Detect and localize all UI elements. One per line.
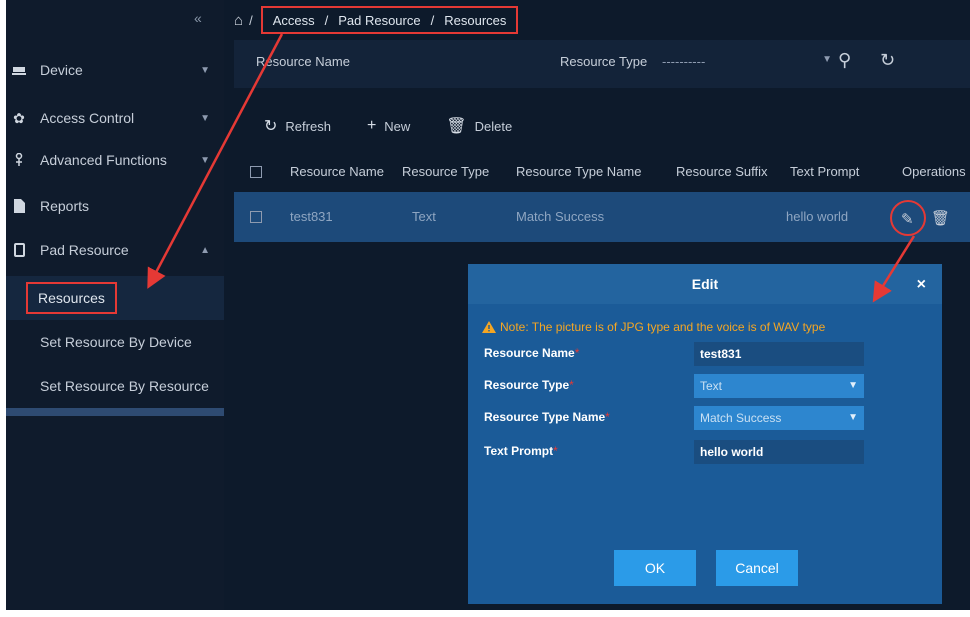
resource-type-filter-label: Resource Type — [560, 54, 648, 69]
delete-button[interactable]: 🗑 Delete — [446, 116, 512, 136]
breadcrumb-separator: / — [249, 12, 253, 28]
field-text-prompt: Text Prompt* hello world — [484, 440, 864, 464]
device-icon — [12, 63, 26, 77]
column-header[interactable]: Resource Type Name — [516, 164, 642, 179]
breadcrumb-item-pad-resource[interactable]: Pad Resource — [338, 13, 420, 28]
breadcrumb: Access / Pad Resource / Resources — [260, 6, 519, 34]
close-icon[interactable]: × — [917, 276, 926, 294]
new-button[interactable]: + New — [367, 116, 410, 136]
column-header: Operations — [902, 164, 966, 179]
home-icon[interactable]: ⌂ — [234, 12, 243, 29]
filter-bar: Resource Name Resource Type ---------- ▼… — [234, 40, 970, 88]
resource-name-input[interactable]: test831 — [694, 342, 864, 366]
select-all-checkbox[interactable] — [250, 166, 262, 178]
column-header[interactable]: Resource Name — [290, 164, 384, 179]
search-icon[interactable]: ⚲ — [838, 50, 851, 71]
tablet-icon — [12, 243, 26, 257]
field-resource-type: Resource Type* Text ▼ — [484, 374, 864, 398]
sidebar-item-label: Device — [40, 62, 83, 78]
text-prompt-input[interactable]: hello world — [694, 440, 864, 464]
column-header[interactable]: Resource Type — [402, 164, 489, 179]
sidebar-subitem-resources[interactable]: Resources — [6, 276, 224, 320]
sidebar-item-label: Pad Resource — [40, 242, 129, 258]
breadcrumb-item-resources: Resources — [444, 12, 507, 28]
field-label: Resource Type* — [484, 378, 574, 392]
plus-icon: + — [366, 117, 377, 134]
ok-button[interactable]: OK — [614, 550, 696, 586]
sidebar-subitem-label: Set Resource By Device — [40, 334, 192, 350]
refresh-button[interactable]: ↻ Refresh — [264, 116, 331, 136]
warning-icon — [482, 321, 496, 333]
table-row[interactable]: test831 Text Match Success hello world — [234, 192, 970, 242]
column-header[interactable]: Resource Suffix — [676, 164, 768, 179]
sidebar-scrollbar[interactable] — [6, 408, 224, 416]
resource-type-name-select[interactable]: Match Success ▼ — [694, 406, 864, 430]
resource-type-select-value: ---------- — [662, 54, 706, 69]
sidebar-subitem-label: Resources — [26, 282, 117, 314]
sidebar-item-advanced-functions[interactable]: Advanced Functions ▼ — [6, 140, 224, 180]
edit-icon[interactable]: ✎ — [901, 210, 914, 228]
sidebar-subitem-set-resource-by-resource[interactable]: Set Resource By Resource — [6, 364, 224, 408]
chevron-up-icon: ▲ — [200, 244, 210, 256]
cancel-button[interactable]: Cancel — [716, 550, 798, 586]
chevron-down-icon: ▼ — [200, 64, 210, 76]
sidebar-item-reports[interactable]: Reports — [6, 186, 224, 226]
sidebar-item-label: Access Control — [40, 110, 135, 126]
field-resource-type-name: Resource Type Name* Match Success ▼ — [484, 406, 864, 430]
refresh-icon: ↻ — [264, 118, 278, 135]
select-value: Text — [700, 379, 723, 393]
dialog-title: Edit — [691, 276, 719, 292]
breadcrumb-separator: / — [430, 12, 435, 28]
gear-icon: ✿ — [13, 109, 25, 126]
field-label: Resource Name* — [484, 346, 580, 360]
chevron-down-icon: ▼ — [848, 380, 858, 391]
breadcrumb-row: ⌂ / Access / Pad Resource / Resources — [234, 6, 519, 34]
breadcrumb-separator: / — [324, 12, 329, 28]
sidebar-subitem-label: Set Resource By Resource — [40, 378, 209, 394]
field-label: Text Prompt* — [484, 444, 558, 458]
refresh-label: Refresh — [285, 118, 331, 134]
resource-type-select[interactable]: Text ▼ — [694, 374, 864, 398]
cell-resource-type-name: Match Success — [516, 209, 605, 224]
breadcrumb-item-access[interactable]: Access — [273, 13, 315, 28]
cell-resource-name: test831 — [290, 209, 333, 224]
sidebar-item-access-control[interactable]: ✿ Access Control ▼ — [6, 98, 224, 138]
chevron-down-icon: ▼ — [200, 154, 210, 166]
chevron-down-icon: ▼ — [822, 54, 832, 65]
note-text: Note: The picture is of JPG type and the… — [500, 320, 826, 334]
document-icon — [12, 199, 26, 213]
cell-text-prompt: hello world — [786, 209, 849, 224]
note-message: Note: The picture is of JPG type and the… — [482, 320, 825, 334]
sidebar: « Device ▼ ✿ Access Control ▼ Advanced F… — [6, 0, 224, 610]
functions-icon — [12, 153, 26, 167]
cell-resource-type: Text — [412, 209, 436, 224]
edit-dialog: Edit × Note: The picture is of JPG type … — [468, 264, 942, 604]
sidebar-item-label: Reports — [40, 198, 90, 214]
trash-icon[interactable]: 🗑 — [931, 209, 950, 227]
resource-name-filter-label: Resource Name — [256, 54, 350, 69]
collapse-sidebar-icon[interactable]: « — [194, 10, 202, 26]
sidebar-item-pad-resource[interactable]: Pad Resource ▲ — [6, 230, 224, 270]
field-label: Resource Type Name* — [484, 410, 610, 424]
toolbar: ↻ Refresh + New 🗑 Delete — [264, 116, 512, 136]
new-label: New — [384, 118, 411, 134]
sidebar-item-device[interactable]: Device ▼ — [6, 50, 224, 90]
select-value: Match Success — [700, 411, 782, 425]
field-resource-name: Resource Name* test831 — [484, 342, 864, 366]
table-header: Resource Name Resource Type Resource Typ… — [234, 156, 970, 188]
column-header[interactable]: Text Prompt — [790, 164, 859, 179]
resource-type-select[interactable]: ---------- ▼ — [662, 54, 832, 69]
dialog-header: Edit × — [468, 264, 942, 304]
sidebar-subitem-set-resource-by-device[interactable]: Set Resource By Device — [6, 320, 224, 364]
reset-icon[interactable]: ↻ — [880, 50, 895, 71]
trash-icon: 🗑 — [446, 118, 467, 135]
delete-label: Delete — [474, 118, 513, 134]
chevron-down-icon: ▼ — [848, 412, 858, 423]
row-checkbox[interactable] — [250, 211, 262, 223]
sidebar-item-label: Advanced Functions — [40, 152, 167, 168]
chevron-down-icon: ▼ — [200, 112, 210, 124]
